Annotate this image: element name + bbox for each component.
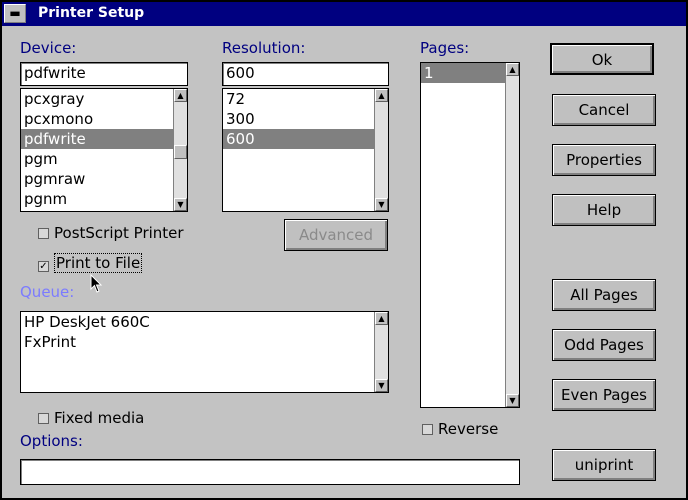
ok-button[interactable]: Ok [550, 43, 654, 75]
cancel-button[interactable]: Cancel [552, 94, 656, 126]
reverse-label: Reverse [438, 420, 499, 438]
print-to-file-label: Print to File [54, 253, 143, 273]
properties-button[interactable]: Properties [552, 144, 656, 176]
list-item[interactable]: 72 [223, 89, 374, 109]
device-input[interactable]: pdfwrite [20, 62, 188, 86]
postscript-printer-checkbox[interactable]: PostScript Printer [38, 224, 184, 242]
print-to-file-checkbox[interactable]: ✓ Print to File [38, 253, 143, 273]
list-item[interactable]: pdfwrite [21, 129, 173, 149]
list-item[interactable]: FxPrint [21, 332, 374, 352]
scroll-up-arrow-icon[interactable]: ▲ [375, 312, 388, 325]
mouse-cursor-icon [90, 274, 103, 293]
list-item[interactable]: 600 [223, 129, 374, 149]
scroll-down-arrow-icon[interactable]: ▼ [174, 198, 187, 211]
options-input[interactable] [20, 459, 520, 485]
device-label: Device: [20, 39, 77, 57]
pages-list-scrollbar[interactable]: ▲ ▼ [505, 63, 519, 407]
checkbox-icon [38, 228, 49, 239]
scroll-thumb[interactable] [174, 145, 187, 159]
list-item[interactable]: pcxmono [21, 109, 173, 129]
scroll-up-arrow-icon[interactable]: ▲ [375, 89, 388, 102]
resolution-list-items: 72 300 600 [223, 89, 374, 149]
list-item[interactable]: 1 [421, 63, 505, 83]
scroll-up-arrow-icon[interactable]: ▲ [174, 89, 187, 102]
pages-label: Pages: [420, 39, 470, 57]
resolution-label: Resolution: [222, 39, 306, 57]
list-item[interactable]: 300 [223, 109, 374, 129]
fixed-media-label: Fixed media [54, 409, 145, 427]
checkbox-icon [38, 413, 49, 424]
list-item[interactable]: pcxgray [21, 89, 173, 109]
resolution-input[interactable]: 600 [222, 62, 389, 86]
queue-label: Queue: [20, 283, 75, 301]
reverse-checkbox[interactable]: Reverse [422, 420, 498, 438]
queue-list[interactable]: HP DeskJet 660C FxPrint ▲ ▼ [20, 311, 389, 393]
resolution-list-scrollbar[interactable]: ▲ ▼ [374, 89, 388, 211]
list-item[interactable]: pgm [21, 149, 173, 169]
odd-pages-button[interactable]: Odd Pages [552, 329, 656, 361]
list-item[interactable]: HP DeskJet 660C [21, 312, 374, 332]
list-item[interactable]: pgmraw [21, 169, 173, 189]
title-bar: ▬ Printer Setup [2, 2, 686, 26]
scroll-down-arrow-icon[interactable]: ▼ [375, 198, 388, 211]
options-label: Options: [20, 432, 83, 450]
postscript-printer-label: PostScript Printer [54, 224, 184, 242]
uniprint-button[interactable]: uniprint [552, 449, 656, 481]
even-pages-button[interactable]: Even Pages [552, 379, 656, 411]
printer-setup-dialog: ▬ Printer Setup Device: pdfwrite pcxgray… [0, 0, 688, 500]
pages-list[interactable]: 1 ▲ ▼ [420, 62, 520, 408]
device-list-items: pcxgray pcxmono pdfwrite pgm pgmraw pgnm [21, 89, 173, 209]
help-button[interactable]: Help [552, 194, 656, 226]
pages-list-items: 1 [421, 63, 505, 83]
queue-list-items: HP DeskJet 660C FxPrint [21, 312, 374, 352]
scroll-down-arrow-icon[interactable]: ▼ [375, 379, 388, 392]
queue-list-scrollbar[interactable]: ▲ ▼ [374, 312, 388, 392]
device-list-scrollbar[interactable]: ▲ ▼ [173, 89, 187, 211]
list-item[interactable]: pgnm [21, 189, 173, 209]
resolution-list[interactable]: 72 300 600 ▲ ▼ [222, 88, 389, 212]
advanced-button[interactable]: Advanced [284, 219, 388, 251]
all-pages-button[interactable]: All Pages [552, 279, 656, 311]
fixed-media-checkbox[interactable]: Fixed media [38, 409, 144, 427]
system-menu-icon[interactable]: ▬ [4, 4, 26, 23]
checkmark-icon: ✓ [38, 261, 49, 272]
scroll-down-arrow-icon[interactable]: ▼ [506, 394, 519, 407]
scroll-up-arrow-icon[interactable]: ▲ [506, 63, 519, 76]
window-title: Printer Setup [38, 5, 145, 21]
device-list[interactable]: pcxgray pcxmono pdfwrite pgm pgmraw pgnm ▲ ▼ [20, 88, 188, 212]
checkbox-icon [422, 424, 433, 435]
